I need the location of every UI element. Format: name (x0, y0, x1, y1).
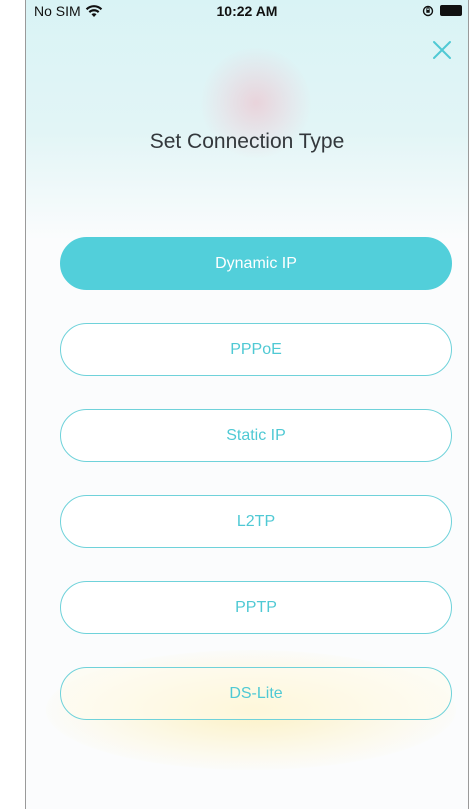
option-pptp-button[interactable]: PPTP (60, 581, 452, 634)
battery-icon (440, 4, 462, 16)
status-bar: No SIM 10:22 AM (26, 0, 468, 24)
phone-screen: No SIM 10:22 AM Set Connection Type Dyna… (25, 0, 469, 809)
page-title: Set Connection Type (149, 130, 345, 153)
page: No SIM 10:22 AM Set Connection Type Dyna… (0, 0, 472, 809)
option-ds-lite-button[interactable]: DS-Lite (60, 667, 452, 720)
option-static-ip-button[interactable]: Static IP (60, 409, 452, 462)
option-dynamic-ip-button[interactable]: Dynamic IP (60, 237, 452, 290)
status-time: 10:22 AM (216, 3, 278, 19)
option-l2tp-button[interactable]: L2TP (60, 495, 452, 548)
connection-type-list: Dynamic IP PPPoE Static IP L2TP PPTP DS-… (60, 237, 452, 753)
rotation-lock-icon (422, 4, 434, 17)
option-pppoe-button[interactable]: PPPoE (60, 323, 452, 376)
status-icons (422, 4, 462, 17)
close-button[interactable] (430, 38, 454, 62)
close-icon (433, 41, 451, 59)
